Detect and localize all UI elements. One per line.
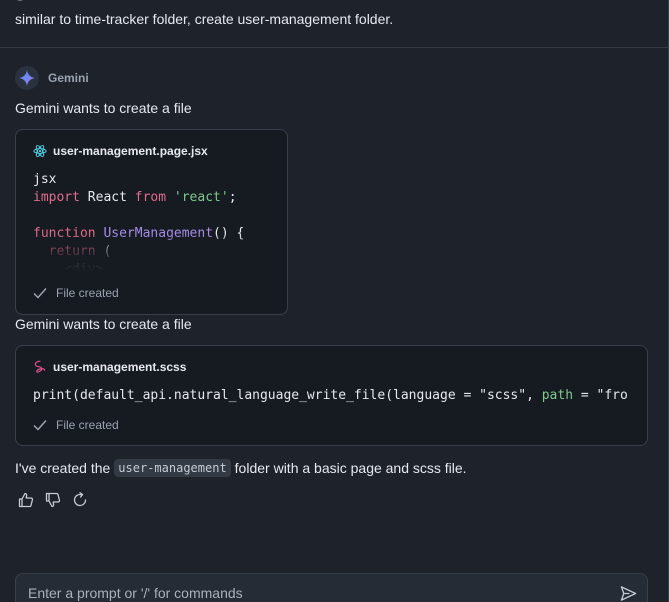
code-preview: jsx import React from 'react'; function Us… [33,171,244,279]
user-avatar-edge [15,0,25,1]
file-status-label: File created [56,286,119,300]
checkmark-icon [33,420,47,431]
code-line: <div> [33,262,104,277]
code-line: import React from 'react'; [33,190,237,205]
action-label-1: Gemini wants to create a file [15,100,192,116]
file-card-scss[interactable]: user-management.scss print(default_api.n… [15,345,648,446]
thumbs-up-icon[interactable] [17,491,35,509]
file-name: user-management.scss [53,360,187,374]
file-status: File created [33,286,119,300]
react-icon [33,145,47,157]
prompt-box[interactable] [15,573,648,602]
file-card-jsx[interactable]: user-management.page.jsx jsx import React… [15,129,288,315]
response-text-after: folder with a basic page and scss file. [234,460,467,476]
file-name: user-management.page.jsx [53,144,208,158]
code-line: return ( [48,244,112,259]
message-divider [0,47,668,48]
gemini-sparkle-icon [15,66,39,90]
file-status-label: File created [56,418,119,432]
code-line: jsx [33,172,57,187]
action-label-2: Gemini wants to create a file [15,316,192,332]
code-preview: print(default_api.natural_language_write… [33,387,628,405]
file-status: File created [33,418,119,432]
response-actions [17,491,98,509]
code-line: function UserManagement() { [33,226,245,241]
thumbs-down-icon[interactable] [44,491,62,509]
file-card-header: user-management.scss [33,360,186,374]
prompt-input[interactable] [28,582,588,602]
assistant-header: Gemini [15,66,89,90]
user-message: similar to time-tracker folder, create u… [15,11,394,27]
send-icon[interactable] [618,583,638,602]
chat-panel: similar to time-tracker folder, create u… [0,0,669,602]
assistant-name: Gemini [48,71,89,85]
checkmark-icon [33,288,47,299]
code-line: print(default_api.natural_language_write… [33,388,628,403]
file-card-header: user-management.page.jsx [33,144,208,158]
inline-code-folder: user-management [114,459,231,477]
sass-icon [34,360,46,373]
response-text-before: I've created the [15,460,111,476]
regenerate-icon[interactable] [71,491,89,509]
assistant-response: I've created the user-management folder … [15,459,467,477]
